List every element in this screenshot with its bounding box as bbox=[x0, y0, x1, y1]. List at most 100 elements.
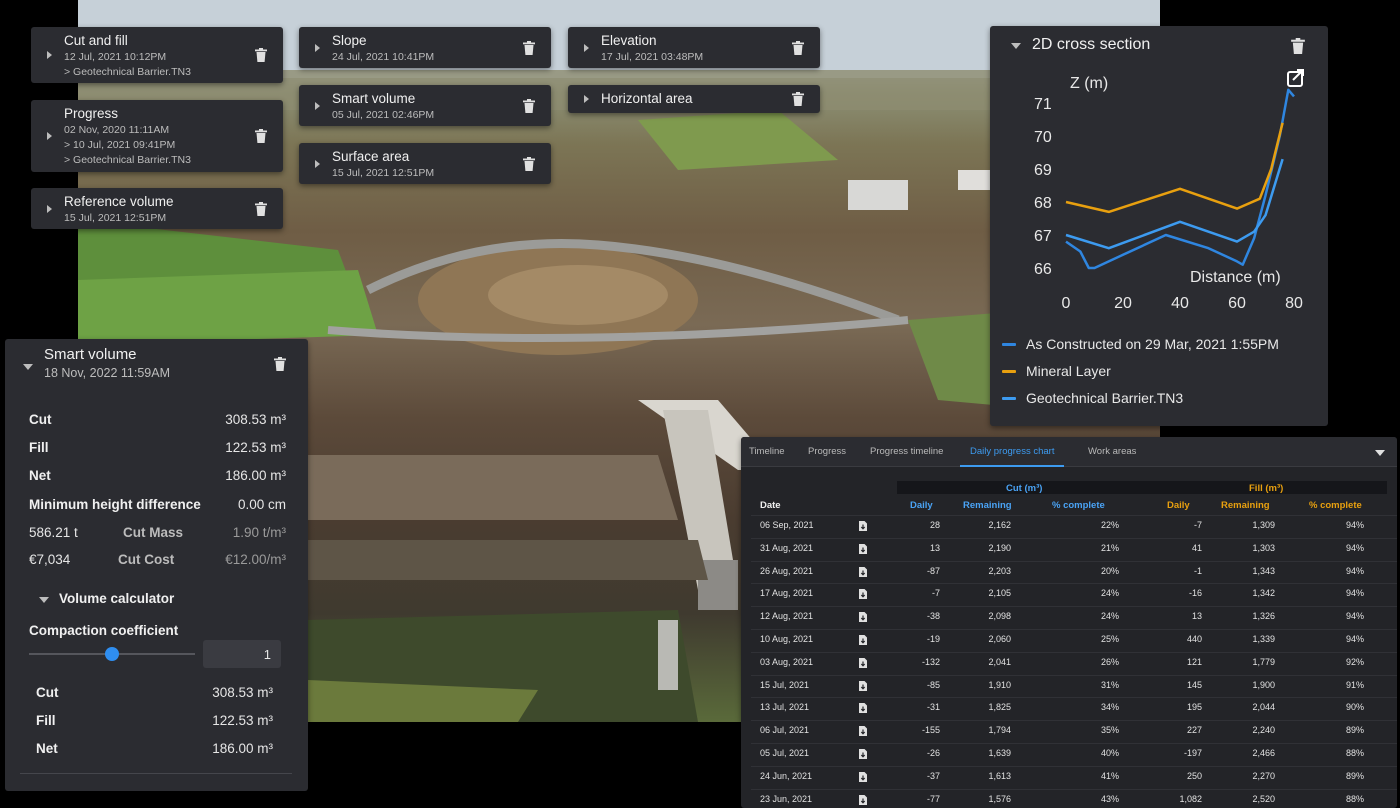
chevron-right-icon[interactable] bbox=[584, 95, 589, 103]
chevron-right-icon[interactable] bbox=[315, 44, 320, 52]
x-tick-label: 60 bbox=[1228, 295, 1246, 312]
date-cell: 12 Aug, 2021 bbox=[760, 611, 814, 622]
compaction-slider-handle[interactable] bbox=[105, 647, 119, 661]
row-divider bbox=[751, 537, 1397, 539]
fill-remaining-header[interactable]: Remaining bbox=[1221, 500, 1270, 511]
collapse-caret-icon[interactable] bbox=[39, 597, 49, 603]
fill-remaining-cell: 1,900 bbox=[1252, 679, 1275, 690]
calc-net-label: Net bbox=[36, 741, 58, 756]
chevron-right-icon[interactable] bbox=[47, 51, 52, 59]
trash-icon[interactable] bbox=[255, 129, 267, 143]
calc-net-value: 186.00 m³ bbox=[212, 741, 273, 756]
cut-daily-header[interactable]: Daily bbox=[910, 500, 933, 511]
tab-progress[interactable]: Progress bbox=[808, 437, 846, 467]
chevron-right-icon[interactable] bbox=[47, 205, 52, 213]
cross-section-chart[interactable]: Z (m) Distance (m) 71 70 69 68 67 66 0 20 40 60 8… bbox=[990, 26, 1328, 326]
fill-daily-cell: 145 bbox=[1186, 679, 1202, 690]
download-report-icon[interactable] bbox=[859, 521, 867, 531]
tool-card-slope[interactable]: Slope 24 Jul, 2021 10:41PM bbox=[299, 27, 551, 68]
cut-remaining-cell: 2,105 bbox=[988, 588, 1011, 599]
tool-card-title: Progress bbox=[64, 106, 119, 121]
tool-card-cut-and-fill[interactable]: Cut and fill 12 Jul, 2021 10:12PM > Geot… bbox=[31, 27, 283, 83]
y-tick-label: 66 bbox=[1034, 261, 1052, 278]
trash-icon[interactable] bbox=[523, 157, 535, 171]
fill-daily-cell: 440 bbox=[1186, 634, 1202, 644]
fill-remaining-cell: 1,303 bbox=[1252, 542, 1275, 553]
download-report-icon[interactable] bbox=[859, 703, 867, 714]
cut-daily-cell: -87 bbox=[926, 565, 940, 576]
trash-icon[interactable] bbox=[523, 99, 535, 113]
fill-remaining-cell: 1,343 bbox=[1252, 565, 1275, 576]
tab-daily-progress-chart[interactable]: Daily progress chart bbox=[960, 437, 1065, 467]
fill-remaining-cell: 1,326 bbox=[1252, 611, 1275, 622]
cut-mass-rate-input[interactable]: 1.90 t/m³ bbox=[233, 525, 286, 540]
cut-remaining-cell: 1,825 bbox=[988, 702, 1011, 713]
collapse-caret-icon[interactable] bbox=[23, 364, 33, 370]
download-report-icon[interactable] bbox=[859, 680, 867, 691]
external-link-icon[interactable] bbox=[1287, 69, 1304, 87]
cut-percent-cell: 26% bbox=[1100, 656, 1119, 667]
download-report-icon[interactable] bbox=[859, 726, 867, 737]
tab-timeline[interactable]: Timeline bbox=[749, 437, 785, 467]
row-divider bbox=[751, 629, 1397, 630]
mineral-layer-line[interactable] bbox=[1065, 122, 1284, 214]
cut-daily-cell: -38 bbox=[926, 611, 940, 622]
trash-icon[interactable] bbox=[523, 41, 535, 55]
trash-icon[interactable] bbox=[255, 202, 267, 216]
download-report-icon[interactable] bbox=[859, 749, 867, 759]
volume-calculator-title[interactable]: Volume calculator bbox=[59, 591, 174, 606]
compaction-coefficient-input[interactable]: 1 bbox=[203, 640, 281, 668]
trash-icon[interactable] bbox=[255, 48, 267, 62]
tool-card-elevation[interactable]: Elevation 17 Jul, 2021 03:48PM bbox=[568, 27, 820, 68]
cut-daily-cell: -77 bbox=[926, 793, 940, 804]
x-tick-label: 40 bbox=[1171, 295, 1189, 312]
fill-percent-cell: 94% bbox=[1345, 520, 1364, 530]
date-cell: 17 Aug, 2021 bbox=[760, 588, 814, 599]
as-constructed-line[interactable] bbox=[1065, 88, 1295, 270]
chevron-down-icon[interactable] bbox=[1375, 450, 1385, 456]
tab-progress-timeline[interactable]: Progress timeline bbox=[870, 437, 943, 467]
download-report-icon[interactable] bbox=[859, 589, 867, 600]
calc-cut-value: 308.53 m³ bbox=[212, 685, 273, 700]
fill-daily-header[interactable]: Daily bbox=[1167, 500, 1190, 511]
download-report-icon[interactable] bbox=[859, 543, 867, 554]
tool-card-smart-volume[interactable]: Smart volume 05 Jul, 2021 02:46PM bbox=[299, 85, 551, 126]
cut-remaining-cell: 2,060 bbox=[988, 634, 1011, 644]
chevron-right-icon[interactable] bbox=[47, 132, 52, 140]
fill-daily-cell: 13 bbox=[1191, 611, 1202, 622]
download-report-icon[interactable] bbox=[859, 771, 867, 782]
tool-card-date: > 10 Jul, 2021 09:41PM bbox=[64, 139, 176, 151]
legend-label: Geotechnical Barrier.TN3 bbox=[1026, 390, 1184, 406]
download-report-icon[interactable] bbox=[859, 635, 867, 645]
cut-remaining-header[interactable]: Remaining bbox=[963, 500, 1012, 511]
download-report-icon[interactable] bbox=[859, 612, 867, 623]
cut-cost-rate-input[interactable]: €12.00/m³ bbox=[225, 552, 286, 567]
tool-card-date: 05 Jul, 2021 02:46PM bbox=[332, 109, 435, 121]
download-report-icon[interactable] bbox=[859, 794, 867, 805]
cross-section-panel: 2D cross section Z (m) Distance (m) 71 70… bbox=[990, 26, 1328, 426]
legend-swatch bbox=[1002, 342, 1016, 346]
compaction-slider-track[interactable] bbox=[29, 647, 195, 661]
trash-icon[interactable] bbox=[792, 92, 804, 106]
trash-icon[interactable] bbox=[792, 41, 804, 55]
fill-percent-cell: 91% bbox=[1345, 679, 1364, 690]
fill-daily-cell: -16 bbox=[1188, 588, 1202, 599]
tool-card-horizontal-area[interactable]: Horizontal area bbox=[568, 85, 820, 113]
download-report-icon[interactable] bbox=[859, 566, 867, 577]
y-tick-label: 69 bbox=[1034, 162, 1052, 179]
download-report-icon[interactable] bbox=[859, 657, 867, 668]
fill-percent-header[interactable]: % complete bbox=[1309, 500, 1362, 511]
chevron-right-icon[interactable] bbox=[584, 44, 589, 52]
cut-remaining-cell: 2,190 bbox=[988, 542, 1011, 553]
chevron-right-icon[interactable] bbox=[315, 160, 320, 168]
trash-icon[interactable] bbox=[274, 357, 286, 371]
legend-label: As Constructed on 29 Mar, 2021 1:55PM bbox=[1026, 336, 1279, 352]
tab-work-areas[interactable]: Work areas bbox=[1088, 437, 1136, 467]
date-column-header[interactable]: Date bbox=[760, 500, 781, 511]
chevron-right-icon[interactable] bbox=[315, 102, 320, 110]
tool-card-surface-area[interactable]: Surface area 15 Jul, 2021 12:51PM bbox=[299, 143, 551, 184]
tool-card-reference-volume[interactable]: Reference volume 15 Jul, 2021 12:51PM bbox=[31, 188, 283, 229]
tool-card-progress[interactable]: Progress 02 Nov, 2020 11:11AM > 10 Jul, … bbox=[31, 100, 283, 172]
fill-percent-cell: 89% bbox=[1345, 725, 1364, 736]
cut-percent-header[interactable]: % complete bbox=[1052, 500, 1105, 511]
